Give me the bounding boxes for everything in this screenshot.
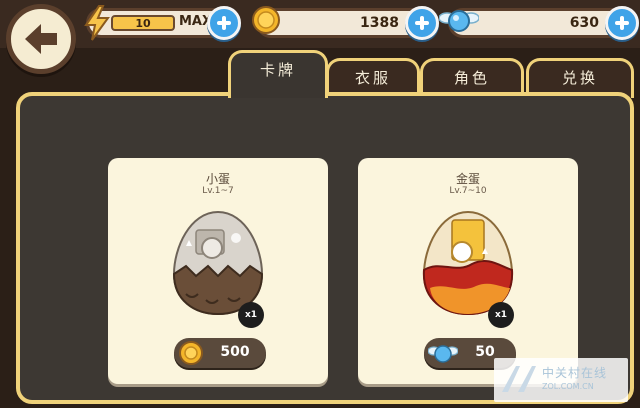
price-value: 500 bbox=[220, 344, 250, 360]
watermark-url: ZOL.COM.CN bbox=[542, 382, 594, 391]
gold-egg-card[interactable]: 金蛋 Lv.7~10 x1 50 bbox=[358, 158, 578, 384]
small-egg-card[interactable]: 小蛋 Lv.1~7 x1 500 bbox=[108, 158, 328, 384]
coin-balance: 1388 bbox=[252, 6, 439, 40]
winged-gem-icon bbox=[428, 345, 458, 363]
energy-meter: 10 MAX bbox=[84, 5, 241, 41]
watermark-logo bbox=[502, 366, 536, 392]
winged-gem-icon bbox=[439, 10, 479, 32]
energy-value: 10 bbox=[111, 15, 175, 31]
card-title: 小蛋 bbox=[205, 172, 230, 186]
top-bar: 10 MAX 1388 630 bbox=[0, 0, 640, 74]
tab-cards[interactable]: 卡牌 bbox=[228, 50, 328, 98]
card-title: 金蛋 bbox=[455, 172, 480, 186]
gem-balance: 630 bbox=[439, 6, 639, 40]
lightning-icon bbox=[84, 5, 110, 41]
quantity-badge: x1 bbox=[488, 302, 514, 328]
buy-small-egg-button[interactable]: 500 bbox=[174, 338, 266, 368]
coin-icon bbox=[252, 6, 280, 34]
gems-value: 630 bbox=[569, 15, 599, 31]
coin-icon bbox=[179, 341, 203, 365]
back-arrow-icon bbox=[25, 24, 57, 54]
add-gems-button[interactable] bbox=[605, 6, 639, 40]
add-coins-button[interactable] bbox=[405, 6, 439, 40]
card-level: Lv.7~10 bbox=[449, 186, 487, 196]
back-button[interactable] bbox=[6, 4, 76, 74]
coins-value: 1388 bbox=[360, 15, 399, 31]
quantity-badge: x1 bbox=[238, 302, 264, 328]
watermark-text: 中关村在线 bbox=[542, 366, 608, 380]
card-level: Lv.1~7 bbox=[202, 186, 234, 196]
add-energy-button[interactable] bbox=[207, 6, 241, 40]
watermark: 中关村在线 ZOL.COM.CN bbox=[494, 358, 628, 402]
